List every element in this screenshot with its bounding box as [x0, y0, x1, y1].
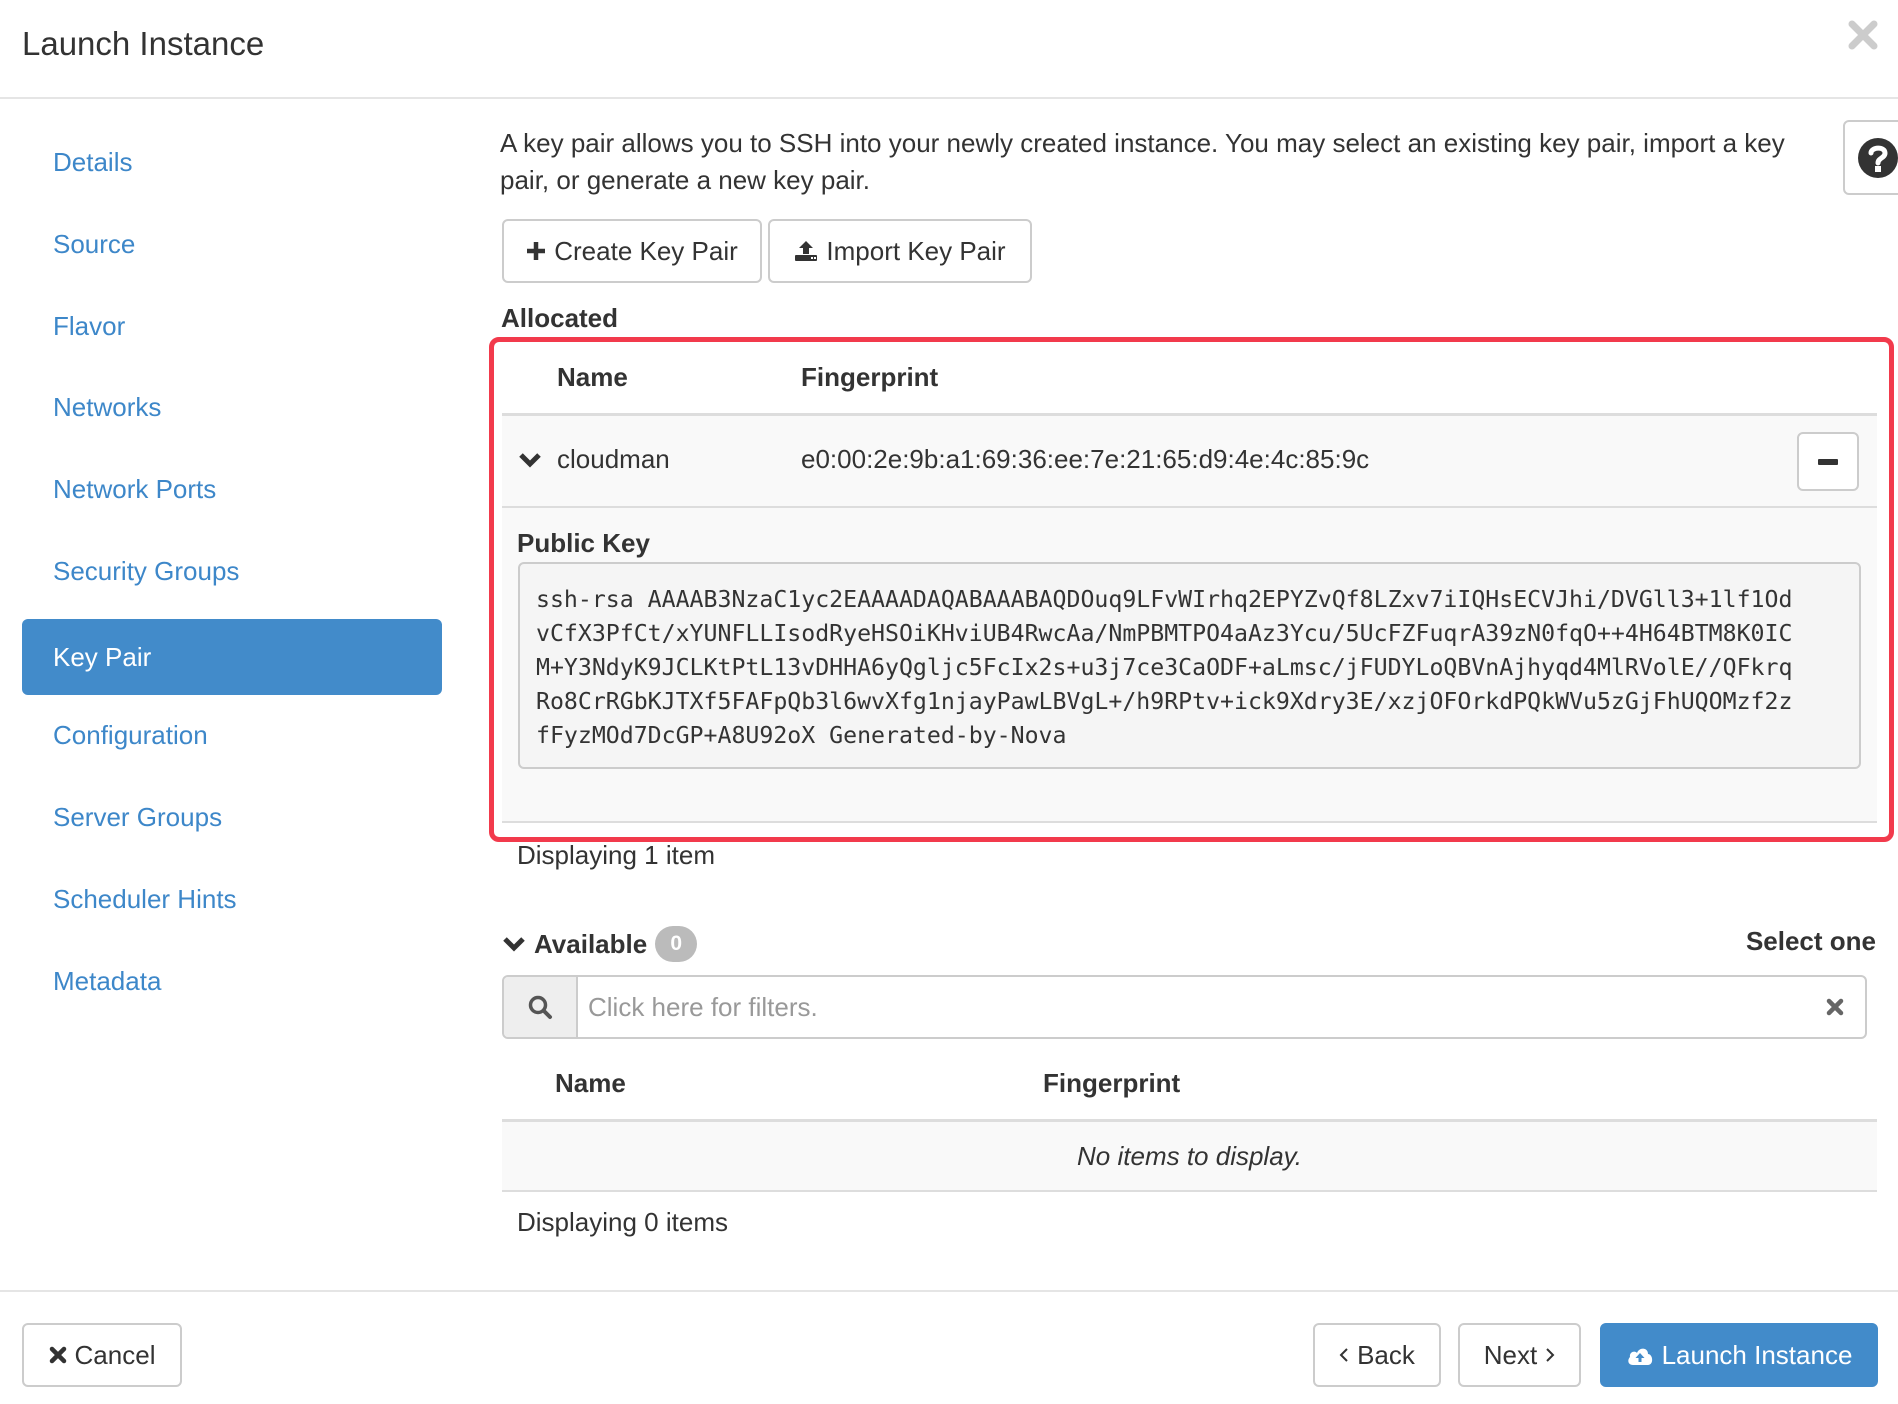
key-pair-description: A key pair allows you to SSH into your n… [500, 128, 1785, 195]
sidebar-item-details[interactable]: Details [22, 124, 442, 200]
available-count-badge: 0 [655, 926, 698, 962]
next-button[interactable]: Next [1458, 1323, 1581, 1387]
search-icon-container [504, 977, 578, 1037]
sidebar-item-source[interactable]: Source [22, 206, 442, 282]
upload-icon [795, 241, 818, 261]
back-button[interactable]: Back [1313, 1323, 1441, 1387]
sidebar-item-network-ports[interactable]: Network Ports [22, 451, 442, 527]
next-label: Next [1483, 1339, 1538, 1370]
launch-instance-label: Launch Instance [1661, 1339, 1853, 1370]
allocated-count-status: Displaying 1 item [517, 840, 715, 870]
help-button[interactable] [1843, 120, 1898, 195]
available-table-bottom-divider [502, 1190, 1877, 1192]
select-one-hint: Select one [1745, 926, 1876, 956]
no-items-message: No items to display. [1077, 1141, 1302, 1171]
back-label: Back [1357, 1339, 1415, 1370]
launch-instance-button[interactable]: Launch Instance [1600, 1323, 1878, 1387]
sidebar-item-metadata[interactable]: Metadata [22, 943, 442, 1019]
search-icon [528, 995, 552, 1019]
dialog-title: Launch Instance [22, 25, 265, 62]
available-count-status: Displaying 0 items [517, 1207, 728, 1237]
cloud-upload-icon [1627, 1348, 1652, 1365]
chevron-right-icon [1546, 1348, 1555, 1362]
create-key-pair-button[interactable]: Create Key Pair [502, 219, 762, 283]
import-key-pair-button[interactable]: Import Key Pair [768, 219, 1032, 283]
available-label: Available [534, 928, 648, 959]
footer-divider [0, 1290, 1898, 1292]
clear-filter-button[interactable] [1805, 977, 1865, 1037]
available-column-fingerprint[interactable]: Fingerprint [1043, 1068, 1180, 1099]
sidebar-item-server-groups[interactable]: Server Groups [22, 779, 442, 855]
allocated-label: Allocated [501, 303, 619, 333]
sidebar-item-configuration[interactable]: Configuration [22, 697, 442, 773]
sidebar-item-scheduler-hints[interactable]: Scheduler Hints [22, 861, 442, 937]
filter-input[interactable] [578, 977, 1805, 1037]
question-circle-icon [1858, 137, 1898, 178]
available-section-toggle[interactable]: Available 0 [502, 926, 698, 962]
chevron-down-icon [503, 937, 525, 952]
highlight-box [489, 337, 1894, 842]
close-icon [49, 1346, 66, 1364]
sidebar-item-flavor[interactable]: Flavor [22, 288, 442, 364]
create-key-pair-label: Create Key Pair [554, 235, 738, 266]
import-key-pair-label: Import Key Pair [826, 235, 1006, 266]
available-column-name[interactable]: Name [555, 1068, 626, 1099]
cancel-label: Cancel [74, 1339, 156, 1370]
sidebar-item-key-pair[interactable]: Key Pair [22, 619, 442, 695]
close-icon [1826, 998, 1844, 1016]
sidebar-item-security-groups[interactable]: Security Groups [22, 533, 442, 609]
sidebar-item-networks[interactable]: Networks [22, 369, 442, 445]
close-icon [1848, 20, 1878, 50]
close-button[interactable] [1846, 18, 1880, 52]
chevron-left-icon [1339, 1348, 1348, 1362]
filter-bar [502, 975, 1867, 1039]
plus-icon [527, 242, 546, 260]
cancel-button[interactable]: Cancel [22, 1323, 182, 1387]
header-divider [0, 97, 1898, 99]
